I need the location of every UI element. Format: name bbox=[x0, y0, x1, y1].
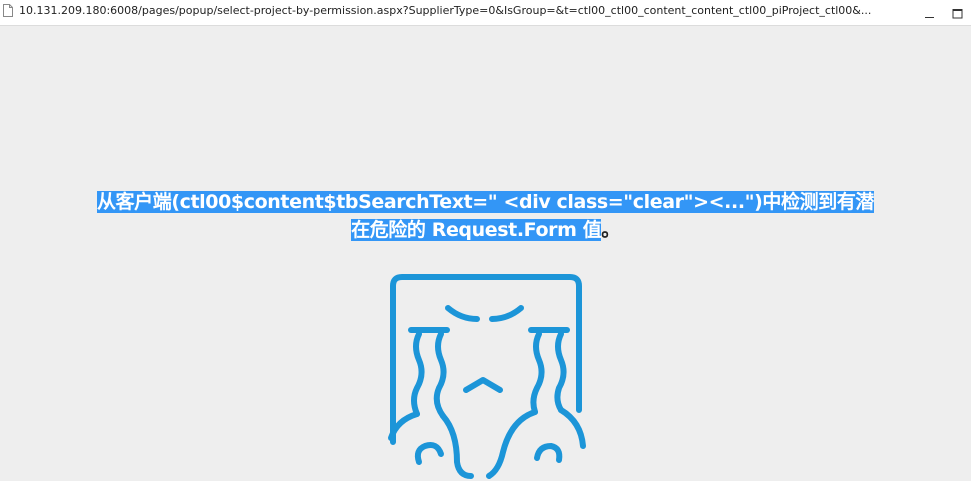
page-url: 10.131.209.180:6008/pages/popup/select-p… bbox=[19, 4, 872, 17]
minimize-button[interactable] bbox=[915, 0, 943, 26]
page-icon bbox=[3, 4, 13, 17]
maximize-icon bbox=[952, 8, 962, 18]
crying-face-icon bbox=[388, 274, 586, 479]
browser-titlebar: 10.131.209.180:6008/pages/popup/select-p… bbox=[0, 0, 971, 26]
minimize-icon bbox=[924, 16, 934, 18]
error-message-period: 。 bbox=[601, 219, 620, 241]
error-message-line-1: 从客户端(ctl00$content$tbSearchText=" <div c… bbox=[96, 191, 875, 213]
window-controls bbox=[915, 0, 971, 26]
maximize-button[interactable] bbox=[943, 0, 971, 26]
error-message-line-2: 在危险的 Request.Form 值 bbox=[351, 219, 602, 241]
error-message: 从客户端(ctl00$content$tbSearchText=" <div c… bbox=[0, 188, 971, 244]
error-page: 从客户端(ctl00$content$tbSearchText=" <div c… bbox=[0, 26, 971, 481]
